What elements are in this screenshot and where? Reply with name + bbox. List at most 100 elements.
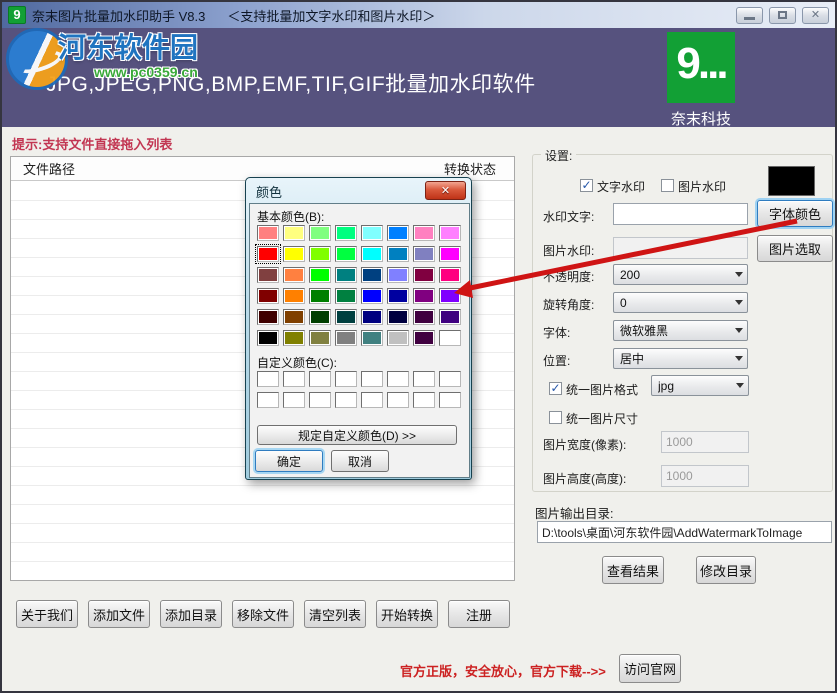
basic-color-swatch[interactable] xyxy=(413,267,435,283)
uniform-size-checkbox[interactable] xyxy=(549,411,562,424)
basic-color-swatch[interactable] xyxy=(309,246,331,262)
format-dropdown[interactable]: jpg xyxy=(651,375,749,396)
custom-color-swatch[interactable] xyxy=(439,371,461,387)
minimize-button[interactable] xyxy=(736,7,763,24)
basic-color-swatch[interactable] xyxy=(361,246,383,262)
toolbar-button-2[interactable]: 添加目录 xyxy=(160,600,222,628)
basic-color-swatch[interactable] xyxy=(335,330,357,346)
image-watermark-checkbox[interactable] xyxy=(661,179,674,192)
maximize-button[interactable] xyxy=(769,7,796,24)
dialog-close-button[interactable]: ✕ xyxy=(425,181,466,200)
basic-color-swatch[interactable] xyxy=(309,225,331,241)
basic-color-swatch[interactable] xyxy=(387,267,409,283)
color-dialog-body: 基本颜色(B): 自定义颜色(C): 规定自定义颜色(D) >> 确定 取消 xyxy=(249,203,470,478)
format-value: jpg xyxy=(658,379,731,393)
basic-color-swatch[interactable] xyxy=(439,267,461,283)
basic-color-swatch[interactable] xyxy=(387,225,409,241)
basic-color-swatch[interactable] xyxy=(439,309,461,325)
basic-color-swatch[interactable] xyxy=(257,246,279,262)
toolbar-button-4[interactable]: 清空列表 xyxy=(304,600,366,628)
custom-color-swatch[interactable] xyxy=(361,371,383,387)
watermark-image-input xyxy=(613,237,748,259)
basic-color-swatch[interactable] xyxy=(413,246,435,262)
toolbar-button-1[interactable]: 添加文件 xyxy=(88,600,150,628)
view-result-button[interactable]: 查看结果 xyxy=(602,556,664,584)
custom-color-swatch[interactable] xyxy=(361,392,383,408)
visit-site-button[interactable]: 访问官网 xyxy=(619,654,681,683)
basic-color-swatch[interactable] xyxy=(439,330,461,346)
basic-color-swatch[interactable] xyxy=(361,267,383,283)
output-dir-input[interactable] xyxy=(537,521,832,543)
output-dir-label: 图片输出目录: xyxy=(535,503,613,522)
custom-color-swatch[interactable] xyxy=(335,392,357,408)
opacity-dropdown[interactable]: 200 xyxy=(613,264,748,285)
basic-color-swatch[interactable] xyxy=(413,309,435,325)
basic-color-swatch[interactable] xyxy=(413,225,435,241)
basic-color-swatch[interactable] xyxy=(413,330,435,346)
custom-color-swatch[interactable] xyxy=(387,371,409,387)
basic-color-swatch[interactable] xyxy=(309,267,331,283)
toolbar-button-3[interactable]: 移除文件 xyxy=(232,600,294,628)
basic-color-swatch[interactable] xyxy=(309,309,331,325)
custom-color-swatch[interactable] xyxy=(283,392,305,408)
custom-color-swatch[interactable] xyxy=(257,392,279,408)
ok-button[interactable]: 确定 xyxy=(255,450,323,472)
basic-color-swatch[interactable] xyxy=(257,309,279,325)
custom-color-swatch[interactable] xyxy=(309,371,331,387)
position-dropdown[interactable]: 居中 xyxy=(613,348,748,369)
watermark-text-input[interactable] xyxy=(613,203,748,225)
font-dropdown[interactable]: 微软雅黑 xyxy=(613,320,748,341)
basic-color-swatch[interactable] xyxy=(257,288,279,304)
basic-color-swatch[interactable] xyxy=(335,309,357,325)
basic-color-swatch[interactable] xyxy=(283,330,305,346)
basic-color-swatch[interactable] xyxy=(387,309,409,325)
basic-color-swatch[interactable] xyxy=(439,288,461,304)
basic-color-swatch[interactable] xyxy=(283,225,305,241)
custom-color-swatch[interactable] xyxy=(335,371,357,387)
basic-color-swatch[interactable] xyxy=(439,225,461,241)
basic-color-swatch[interactable] xyxy=(335,267,357,283)
basic-color-swatch[interactable] xyxy=(283,246,305,262)
basic-color-swatch[interactable] xyxy=(413,288,435,304)
close-button[interactable]: ✕ xyxy=(802,7,829,24)
basic-color-swatch[interactable] xyxy=(257,267,279,283)
basic-color-swatch[interactable] xyxy=(283,309,305,325)
rotate-dropdown[interactable]: 0 xyxy=(613,292,748,313)
custom-color-swatch[interactable] xyxy=(309,392,331,408)
basic-color-swatch[interactable] xyxy=(361,309,383,325)
custom-color-swatch[interactable] xyxy=(257,371,279,387)
basic-color-swatch[interactable] xyxy=(387,288,409,304)
basic-color-swatch[interactable] xyxy=(361,225,383,241)
basic-color-swatch[interactable] xyxy=(309,288,331,304)
cancel-button[interactable]: 取消 xyxy=(331,450,389,472)
basic-color-swatch[interactable] xyxy=(361,288,383,304)
basic-color-swatch[interactable] xyxy=(335,288,357,304)
basic-color-swatch[interactable] xyxy=(439,246,461,262)
custom-color-swatch[interactable] xyxy=(439,392,461,408)
pick-image-button[interactable]: 图片选取 xyxy=(757,235,833,262)
basic-color-swatch[interactable] xyxy=(335,246,357,262)
basic-color-swatch[interactable] xyxy=(309,330,331,346)
basic-color-swatch[interactable] xyxy=(257,225,279,241)
toolbar-button-5[interactable]: 开始转换 xyxy=(376,600,438,628)
basic-color-swatch[interactable] xyxy=(361,330,383,346)
basic-color-swatch[interactable] xyxy=(283,288,305,304)
toolbar-button-0[interactable]: 关于我们 xyxy=(16,600,78,628)
custom-color-swatch[interactable] xyxy=(413,392,435,408)
basic-color-swatch[interactable] xyxy=(387,330,409,346)
define-custom-colors-button[interactable]: 规定自定义颜色(D) >> xyxy=(257,425,457,445)
font-color-button[interactable]: 字体颜色 xyxy=(757,200,833,227)
custom-color-swatch[interactable] xyxy=(413,371,435,387)
custom-color-swatch[interactable] xyxy=(283,371,305,387)
modify-dir-button[interactable]: 修改目录 xyxy=(696,556,756,584)
uniform-format-checkbox[interactable]: ✓ xyxy=(549,382,562,395)
toolbar-button-6[interactable]: 注册 xyxy=(448,600,510,628)
basic-color-swatch[interactable] xyxy=(387,246,409,262)
basic-color-swatch[interactable] xyxy=(335,225,357,241)
chevron-down-icon xyxy=(730,349,747,368)
settings-group: 设置: ✓ 文字水印 图片水印 水印文字: 字体颜色 图片水印: 图片选取 不透… xyxy=(532,154,833,492)
text-watermark-checkbox[interactable]: ✓ xyxy=(580,179,593,192)
custom-color-swatch[interactable] xyxy=(387,392,409,408)
basic-color-swatch[interactable] xyxy=(257,330,279,346)
basic-color-swatch[interactable] xyxy=(283,267,305,283)
